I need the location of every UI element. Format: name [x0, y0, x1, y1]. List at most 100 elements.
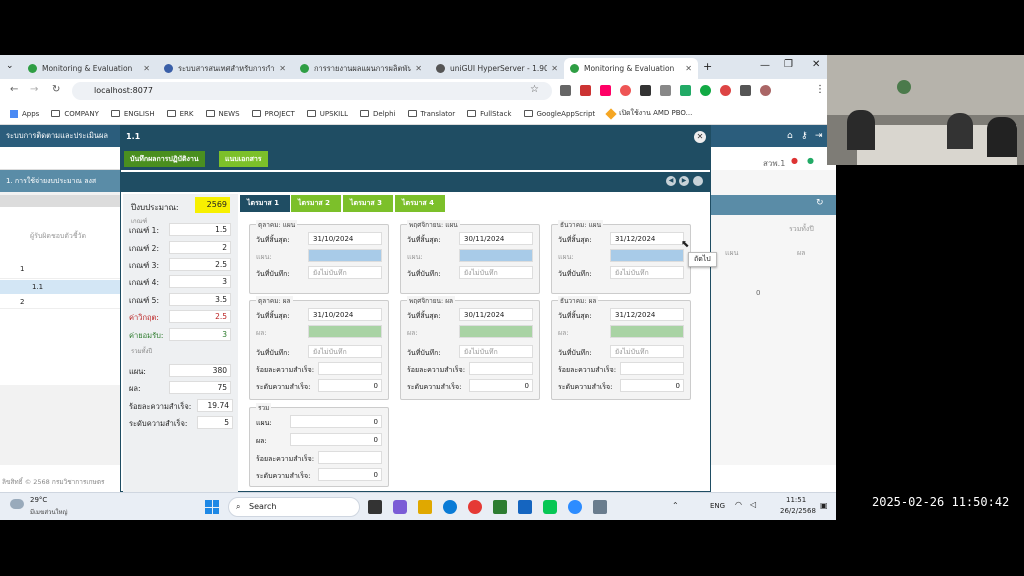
- chat-icon[interactable]: ●: [807, 156, 814, 165]
- level-field[interactable]: 0: [469, 379, 533, 392]
- reload-icon[interactable]: ↻: [52, 84, 60, 95]
- comment-icon[interactable]: [693, 176, 703, 186]
- level-field[interactable]: 0: [318, 379, 382, 392]
- site-icon: [300, 64, 309, 73]
- footer-text: ลิขสิทธิ์ © 2568 กรมวิชาการเกษตร: [2, 478, 105, 486]
- bookmark-folder[interactable]: Delphi: [360, 110, 396, 118]
- url-input[interactable]: localhost:8077: [72, 82, 552, 100]
- language-indicator[interactable]: ENG: [710, 502, 725, 510]
- app-page: ระบบการติดตามและประเมินผล 1. การใช้จ่ายง…: [0, 125, 836, 492]
- end-date-field[interactable]: 30/11/2024: [459, 232, 533, 245]
- clock-date[interactable]: 26/2/2568: [780, 507, 816, 515]
- column-header-plan: แผน: [725, 249, 739, 257]
- saved-date-field[interactable]: ยังไม่บันทึก: [459, 266, 533, 279]
- volume-icon[interactable]: ◁: [750, 500, 756, 509]
- browser-tab[interactable]: uniGUI HyperServer - 1.90.0 ✕: [430, 58, 564, 79]
- saved-date-field[interactable]: ยังไม่บันทึก: [459, 345, 533, 358]
- end-date-field[interactable]: 30/11/2024: [459, 308, 533, 321]
- tray-chevron-icon[interactable]: ⌃: [672, 501, 679, 510]
- browser-tab-active[interactable]: Monitoring & Evaluation ✕: [564, 58, 698, 79]
- menu-icon[interactable]: ⋮: [815, 84, 825, 95]
- bookmark-folder[interactable]: GoogleAppScript: [523, 110, 595, 118]
- wifi-icon[interactable]: ◠: [735, 500, 742, 509]
- taskbar-apps[interactable]: [368, 500, 607, 514]
- end-date-field[interactable]: 31/12/2024: [610, 308, 684, 321]
- end-date-field[interactable]: 31/12/2024: [610, 232, 684, 245]
- start-icon[interactable]: [205, 500, 219, 514]
- home-icon[interactable]: ⌂: [787, 131, 793, 141]
- close-tab-icon[interactable]: ✕: [143, 64, 150, 73]
- grid-row[interactable]: 2: [0, 295, 120, 309]
- total-result-field[interactable]: 0: [290, 433, 382, 446]
- summary-row: ระดับความสำเร็จ: 5: [129, 416, 237, 429]
- percent-field[interactable]: [620, 362, 684, 375]
- acceptable-value-row: ค่ายอมรับ: 3: [129, 328, 235, 341]
- previous-icon[interactable]: ◀: [666, 176, 676, 186]
- forward-icon[interactable]: →: [30, 84, 38, 95]
- bookmark-link[interactable]: เปิดใช้งาน AMD PBO...: [605, 107, 692, 120]
- level-field[interactable]: 0: [620, 379, 684, 392]
- close-tab-icon[interactable]: ✕: [685, 64, 692, 73]
- minimize-icon[interactable]: —: [760, 60, 770, 71]
- bookmark-folder[interactable]: PROJECT: [251, 110, 295, 118]
- refresh-icon[interactable]: ↻: [816, 198, 824, 208]
- bookmark-folder[interactable]: ERK: [166, 110, 194, 118]
- restore-icon[interactable]: ❐: [784, 59, 793, 70]
- tab-quarter-3[interactable]: ไตรมาส 3: [343, 195, 393, 212]
- result-box-month-3: ธันวาคม: ผล วันที่สิ้นสุด: 31/12/2024 ผล…: [551, 296, 691, 400]
- bell-icon[interactable]: ●: [791, 156, 798, 165]
- grid-row-selected[interactable]: 1.1: [0, 280, 120, 294]
- year-field[interactable]: 2569: [195, 197, 230, 213]
- tab-attach-documents[interactable]: แนบเอกสาร: [219, 151, 268, 167]
- logout-icon[interactable]: ⇥: [815, 131, 823, 141]
- new-tab-icon[interactable]: +: [703, 60, 712, 73]
- close-tab-icon[interactable]: ✕: [551, 64, 558, 73]
- tab-record-performance[interactable]: บันทึกผลการปฏิบัติงาน: [124, 151, 205, 167]
- end-date-field[interactable]: 31/10/2024: [308, 232, 382, 245]
- total-percent-field[interactable]: [318, 451, 382, 464]
- result-value-field[interactable]: [610, 325, 684, 338]
- bookmark-folder[interactable]: COMPANY: [51, 110, 99, 118]
- saved-date-field[interactable]: ยังไม่บันทึก: [308, 345, 382, 358]
- bookmark-folder[interactable]: NEWS: [205, 110, 240, 118]
- total-level-field[interactable]: 0: [318, 468, 382, 481]
- percent-field[interactable]: [318, 362, 382, 375]
- result-value-field[interactable]: [308, 325, 382, 338]
- clock-time[interactable]: 11:51: [786, 496, 806, 504]
- bookmark-folder[interactable]: FullStack: [467, 110, 512, 118]
- close-tab-icon[interactable]: ✕: [415, 64, 422, 73]
- close-tab-icon[interactable]: ✕: [279, 64, 286, 73]
- next-icon[interactable]: ▶: [679, 176, 689, 186]
- bookmark-folder[interactable]: Translator: [407, 110, 455, 118]
- taskbar-search[interactable]: ⌕ Search: [228, 497, 360, 517]
- result-value-field[interactable]: [459, 325, 533, 338]
- tab-quarter-2[interactable]: ไตรมาส 2: [291, 195, 341, 212]
- saved-date-field[interactable]: ยังไม่บันทึก: [610, 266, 684, 279]
- tab-quarter-1[interactable]: ไตรมาส 1: [240, 195, 290, 212]
- tab-list-chevron-icon[interactable]: ⌄: [6, 61, 14, 71]
- plan-value-field[interactable]: [308, 249, 382, 262]
- bookmark-folder[interactable]: ENGLISH: [110, 110, 155, 118]
- grid-row[interactable]: 1: [0, 265, 120, 279]
- extension-icons[interactable]: [560, 85, 800, 97]
- back-icon[interactable]: ←: [10, 84, 18, 95]
- key-icon[interactable]: ⚷: [801, 131, 808, 141]
- saved-date-field[interactable]: ยังไม่บันทึก: [610, 345, 684, 358]
- percent-field[interactable]: [469, 362, 533, 375]
- browser-tab[interactable]: ระบบสารสนเทศสำหรับการกำกับติ✕: [158, 58, 292, 79]
- total-plan-field[interactable]: 0: [290, 415, 382, 428]
- close-icon[interactable]: ✕: [694, 131, 706, 143]
- browser-tab[interactable]: การรายงานผลแผนการผลิตพันธุ์ ✕: [294, 58, 428, 79]
- saved-date-field[interactable]: ยังไม่บันทึก: [308, 266, 382, 279]
- bookmark-folder[interactable]: UPSKILL: [306, 110, 348, 118]
- browser-tab[interactable]: Monitoring & Evaluation ✕: [22, 58, 156, 79]
- end-date-field[interactable]: 31/10/2024: [308, 308, 382, 321]
- plan-value-field[interactable]: [459, 249, 533, 262]
- bookmark-apps[interactable]: Apps: [10, 109, 39, 118]
- close-window-icon[interactable]: ✕: [812, 59, 820, 70]
- weather-temp[interactable]: 29°C: [30, 496, 47, 504]
- star-icon[interactable]: ☆: [530, 84, 539, 95]
- plan-value-field[interactable]: [610, 249, 684, 262]
- notification-icon[interactable]: ▣: [820, 501, 828, 510]
- tab-quarter-4[interactable]: ไตรมาส 4: [395, 195, 445, 212]
